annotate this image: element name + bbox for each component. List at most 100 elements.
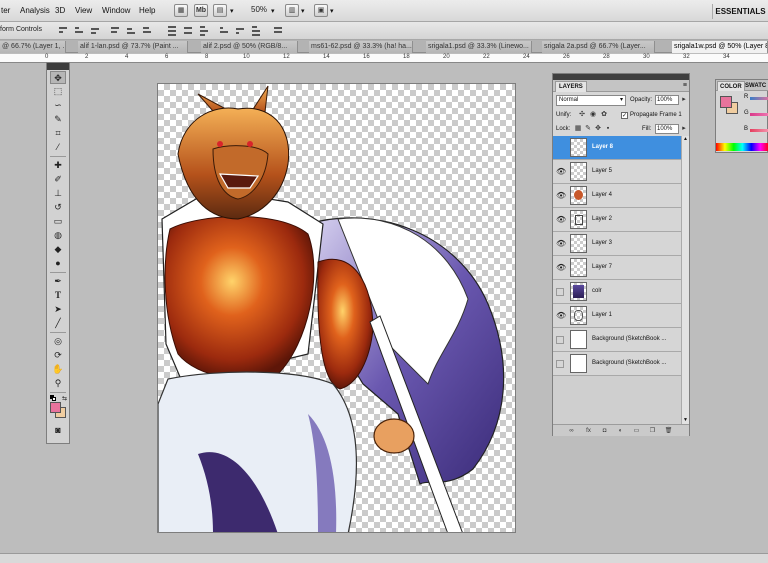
foreground-color-chip[interactable] [720, 96, 732, 108]
unify-position-icon[interactable]: ✣ [578, 111, 586, 119]
opacity-input[interactable]: 100% [655, 95, 679, 105]
tab-swatches[interactable]: SWATC [743, 81, 768, 91]
3d-rotate-tool-icon[interactable]: ◎ [50, 335, 66, 348]
layer-row-layer-5[interactable]: 👁 Layer 5 [553, 160, 681, 184]
layer-style-icon[interactable]: fx [584, 427, 593, 435]
tab-color[interactable]: COLOR [717, 81, 745, 91]
view-extras-icon[interactable]: ▤ [213, 4, 227, 17]
opacity-slider-arrow-icon[interactable]: ▸ [680, 96, 688, 104]
menu-analysis[interactable]: Analysis [20, 6, 50, 15]
document-tab[interactable]: srigala 2a.psd @ 66.7% (Layer... [542, 41, 655, 53]
layer-row-layer-7[interactable]: 👁 Layer 7 [553, 256, 681, 280]
distribute-hcenter-icon[interactable] [234, 25, 246, 36]
lock-transparent-icon[interactable]: ▦ [574, 125, 582, 133]
new-group-icon[interactable]: ▭ [632, 427, 641, 435]
menu-window[interactable]: Window [102, 6, 130, 15]
menu-3d[interactable]: 3D [55, 6, 65, 15]
visibility-toggle[interactable] [556, 360, 564, 368]
panel-menu-icon[interactable]: ≡ [683, 82, 687, 89]
document-tab[interactable]: srigala1.psd @ 33.3% (Linewo... [426, 41, 532, 53]
zoom-level[interactable]: 50% [251, 5, 267, 14]
eye-icon[interactable]: 👁 [556, 239, 566, 249]
arrange-documents-icon[interactable]: ▥ [285, 4, 299, 17]
layer-row-background-2[interactable]: Background (SketchBook ... [553, 352, 681, 376]
move-tool-icon[interactable]: ✥ [50, 71, 66, 84]
lasso-tool-icon[interactable]: ∽ [50, 99, 66, 112]
swap-colors-icon[interactable]: ⇆ [62, 395, 67, 402]
quick-selection-tool-icon[interactable]: ✎ [50, 113, 66, 126]
blue-slider[interactable] [750, 129, 768, 132]
visibility-toggle[interactable] [556, 143, 566, 153]
blend-mode-select[interactable]: Normal ▾ [556, 95, 626, 106]
auto-align-icon[interactable] [272, 25, 284, 36]
eye-icon[interactable]: 👁 [556, 191, 566, 201]
document-tab[interactable]: ms61-62.psd @ 33.3% (ha! ha... [309, 41, 413, 53]
distribute-right-icon[interactable] [250, 25, 262, 36]
distribute-top-icon[interactable] [166, 25, 178, 36]
delete-layer-icon[interactable]: 🗑 [664, 427, 673, 435]
paint-bucket-tool-icon[interactable]: ◍ [50, 229, 66, 242]
hand-tool-icon[interactable]: ✋ [50, 363, 66, 376]
transform-controls-label[interactable]: form Controls [0, 26, 42, 33]
menu-filter[interactable]: ter [1, 6, 10, 15]
eye-icon[interactable]: 👁 [556, 167, 566, 177]
workspace-switcher[interactable]: ESSENTIALS [712, 4, 768, 19]
layer-row-colr[interactable]: colr [553, 280, 681, 304]
layers-scrollbar[interactable]: ▲ ▼ [681, 136, 689, 424]
chevron-down-icon[interactable]: ▾ [271, 7, 275, 15]
zoom-tool-icon[interactable]: ⚲ [50, 377, 66, 390]
layer-row-layer-3[interactable]: 👁 Layer 3 [553, 232, 681, 256]
eyedropper-tool-icon[interactable]: ⁄ [50, 141, 66, 154]
layer-mask-icon[interactable]: ◘ [600, 427, 609, 435]
tab-layers[interactable]: LAYERS [555, 81, 587, 92]
green-slider[interactable] [750, 113, 768, 116]
foreground-color-swatch[interactable] [50, 402, 61, 413]
layer-row-layer-1[interactable]: 👁 Layer 1 [553, 304, 681, 328]
pen-tool-icon[interactable]: ✒ [50, 275, 66, 288]
align-left-icon[interactable] [109, 25, 121, 36]
eye-icon[interactable]: 👁 [556, 215, 566, 225]
visibility-toggle[interactable] [556, 336, 564, 344]
propagate-checkbox[interactable]: ✓ [621, 112, 628, 119]
align-hcenter-icon[interactable] [125, 25, 137, 36]
document-canvas[interactable] [157, 83, 516, 533]
menu-view[interactable]: View [75, 6, 92, 15]
document-tab[interactable]: alif 1-lan.psd @ 73.7% (Paint ... [78, 41, 188, 53]
brush-tool-icon[interactable]: ✐ [50, 173, 66, 186]
visibility-toggle[interactable] [556, 288, 564, 296]
scroll-up-icon[interactable]: ▲ [682, 136, 689, 143]
clone-stamp-tool-icon[interactable]: ⊥ [50, 187, 66, 200]
eraser-tool-icon[interactable]: ▭ [50, 215, 66, 228]
align-right-icon[interactable] [141, 25, 153, 36]
document-tab-active[interactable]: srigala1w.psd @ 50% (Layer 8 [672, 41, 768, 53]
distribute-left-icon[interactable] [218, 25, 230, 36]
3d-orbit-tool-icon[interactable]: ⟳ [50, 349, 66, 362]
crop-tool-icon[interactable]: ⌗ [50, 127, 66, 140]
tools-panel-header[interactable] [47, 63, 69, 70]
type-tool-icon[interactable]: T [50, 289, 66, 302]
distribute-bottom-icon[interactable] [198, 25, 210, 36]
document-tab[interactable]: @ 66.7% (Layer 1, ... [0, 41, 66, 53]
bridge-icon[interactable]: ▦ [174, 4, 188, 17]
lock-all-icon[interactable]: ▪ [604, 125, 612, 133]
adjustment-layer-icon[interactable]: ◐ [616, 427, 625, 435]
lock-position-icon[interactable]: ✥ [594, 125, 602, 133]
document-tab[interactable]: alif 2.psd @ 50% (RGB/8... [201, 41, 298, 53]
color-spectrum[interactable] [716, 143, 768, 151]
line-tool-icon[interactable]: ╱ [50, 317, 66, 330]
menu-help[interactable]: Help [139, 6, 155, 15]
horizontal-ruler[interactable]: 0 2 4 6 8 10 12 14 16 18 20 22 24 26 28 … [0, 54, 768, 63]
mini-bridge-button[interactable]: Mb [194, 4, 208, 17]
distribute-vcenter-icon[interactable] [182, 25, 194, 36]
fill-input[interactable]: 100% [655, 124, 679, 134]
default-colors-icon[interactable] [50, 395, 56, 401]
align-vcenter-icon[interactable] [73, 25, 85, 36]
marquee-tool-icon[interactable]: ⬚ [50, 85, 66, 98]
layer-row-background-1[interactable]: Background (SketchBook ... [553, 328, 681, 352]
lock-image-icon[interactable]: ✎ [584, 125, 592, 133]
screen-mode-icon[interactable]: ▣ [314, 4, 328, 17]
chevron-down-icon[interactable]: ▾ [301, 7, 305, 15]
unify-visibility-icon[interactable]: ◉ [589, 111, 597, 119]
eye-icon[interactable]: 👁 [556, 311, 566, 321]
red-slider[interactable] [750, 97, 768, 100]
